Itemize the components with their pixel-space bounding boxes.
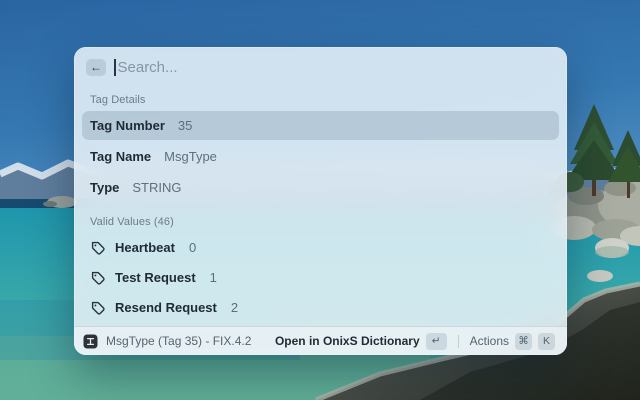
valid-value-label: Resend Request (115, 300, 217, 315)
footer-divider (457, 334, 459, 348)
detail-value: MsgType (164, 149, 217, 164)
valid-value-code: 0 (188, 240, 197, 255)
detail-label: Type (90, 180, 120, 195)
valid-value-code: 1 (209, 270, 217, 285)
fix-dictionary-app-icon (83, 334, 98, 348)
tag-icon (91, 301, 105, 315)
section-title-tag-details: Tag Details (90, 94, 146, 106)
search-input[interactable] (117, 58, 555, 76)
text-caret (114, 58, 116, 76)
primary-action-label: Open in OnixS Dictionary (274, 334, 420, 348)
back-button[interactable]: ← (86, 58, 106, 76)
cmd-key-badge: ⌘ (515, 332, 532, 350)
search-field-wrap (114, 58, 555, 76)
enter-key-badge: ↵ (425, 332, 447, 350)
detail-label: Tag Number (90, 118, 165, 133)
valid-value-row-heartbeat[interactable]: Heartbeat 0 (82, 233, 559, 262)
detail-row-tag-number[interactable]: Tag Number 35 (82, 111, 559, 140)
detail-label: Tag Name (90, 149, 152, 164)
valid-value-code: 2 (230, 300, 239, 315)
detail-row-type[interactable]: Type STRING (82, 173, 559, 202)
footer-context-title: MsgType (Tag 35) - FIX.4.2 (106, 334, 252, 348)
k-key-badge: K (538, 332, 555, 350)
valid-value-label: Heartbeat (115, 240, 175, 255)
results-list: Tag Details Tag Number 35 Tag Name MsgTy… (74, 94, 567, 322)
tag-icon (91, 271, 105, 285)
valid-value-row-resend-request[interactable]: Resend Request 2 (82, 293, 559, 322)
section-title-valid-values: Valid Values (46) (90, 216, 174, 228)
detail-value: 35 (177, 118, 193, 133)
valid-value-row-test-request[interactable]: Test Request 1 (82, 263, 559, 292)
valid-value-label: Test Request (115, 270, 196, 285)
search-header: ← (74, 47, 567, 87)
back-arrow-icon: ← (90, 59, 102, 74)
open-in-onixs-dictionary-button[interactable]: Open in OnixS Dictionary ↵ (272, 331, 450, 352)
detail-row-tag-name[interactable]: Tag Name MsgType (82, 142, 559, 171)
detail-value: STRING (132, 180, 182, 195)
panel-footer: MsgType (Tag 35) - FIX.4.2 Open in OnixS… (74, 326, 567, 355)
actions-label: Actions (469, 334, 509, 348)
search-panel: ← Tag Details Tag Number 35 Tag Name Msg… (74, 47, 567, 355)
actions-button[interactable]: Actions ⌘ K (467, 331, 558, 352)
tag-icon (91, 241, 105, 255)
